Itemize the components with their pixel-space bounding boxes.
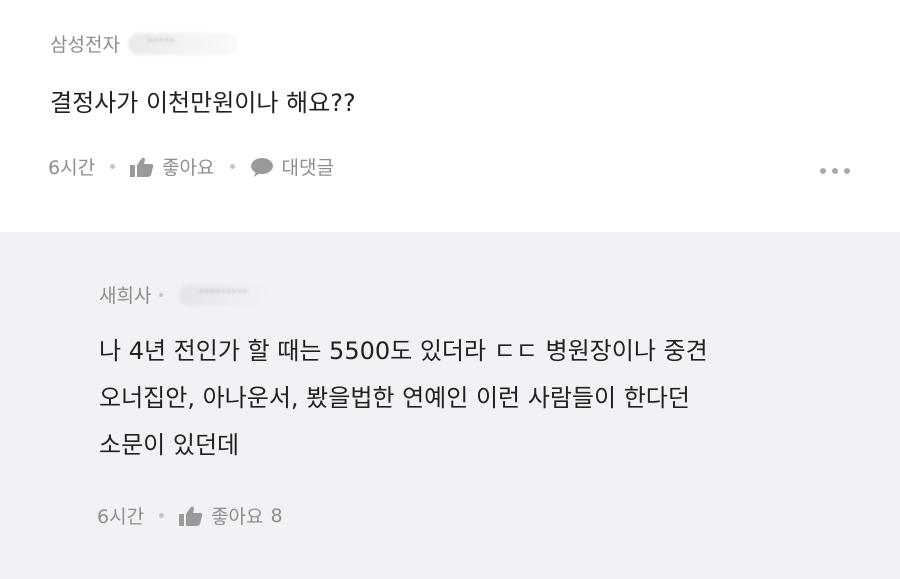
dot	[820, 168, 826, 174]
separator-dot	[229, 164, 235, 169]
reply-comment: 새희사 ········· 나 4년 전인가 할 때는 5500도 있더라 ㄷㄷ…	[0, 232, 900, 579]
separator-dot	[110, 164, 116, 169]
company-name: 삼성전자	[50, 34, 120, 56]
like-button[interactable]: 좋아요 8	[179, 502, 283, 529]
thumbs-up-icon	[179, 506, 203, 526]
reply-meta: 새희사 ·········	[99, 281, 275, 308]
main-comment: 삼성전자 ····· 결정사가 이천만원이나 해요?? 6시간 좋아요 대댓글	[0, 0, 900, 232]
masked-nickname-text: ·····	[147, 32, 176, 49]
like-count: 8	[270, 504, 283, 527]
comment-meta: 삼성전자 ·····	[50, 30, 238, 57]
separator-dot	[159, 513, 165, 518]
comment-time: 6시간	[48, 157, 96, 179]
company-name: 새희사	[99, 285, 152, 307]
dot	[832, 168, 838, 174]
dot	[844, 168, 850, 174]
masked-nickname-text: ·········	[199, 283, 249, 300]
like-label: 좋아요	[211, 506, 264, 528]
reply-button[interactable]: 대댓글	[250, 153, 334, 180]
comment-text: 결정사가 이천만원이나 해요??	[50, 89, 356, 117]
reply-time: 6시간	[97, 506, 145, 528]
like-label: 좋아요	[162, 157, 215, 179]
like-button[interactable]: 좋아요	[130, 153, 215, 180]
thumbs-up-icon	[130, 157, 154, 177]
reply-actions: 6시간 좋아요 8	[97, 502, 283, 529]
comment-actions: 6시간 좋아요 대댓글	[48, 153, 334, 180]
separator-dot	[159, 292, 164, 297]
more-dots-icon[interactable]	[820, 168, 850, 174]
masked-nickname: ·····	[127, 32, 238, 55]
masked-nickname: ·········	[179, 283, 275, 306]
reply-text: 나 4년 전인가 할 때는 5500도 있더라 ㄷㄷ 병원장이나 중견 오너집안…	[99, 337, 708, 459]
reply-label: 대댓글	[281, 157, 334, 179]
speech-bubble-icon	[250, 157, 274, 177]
